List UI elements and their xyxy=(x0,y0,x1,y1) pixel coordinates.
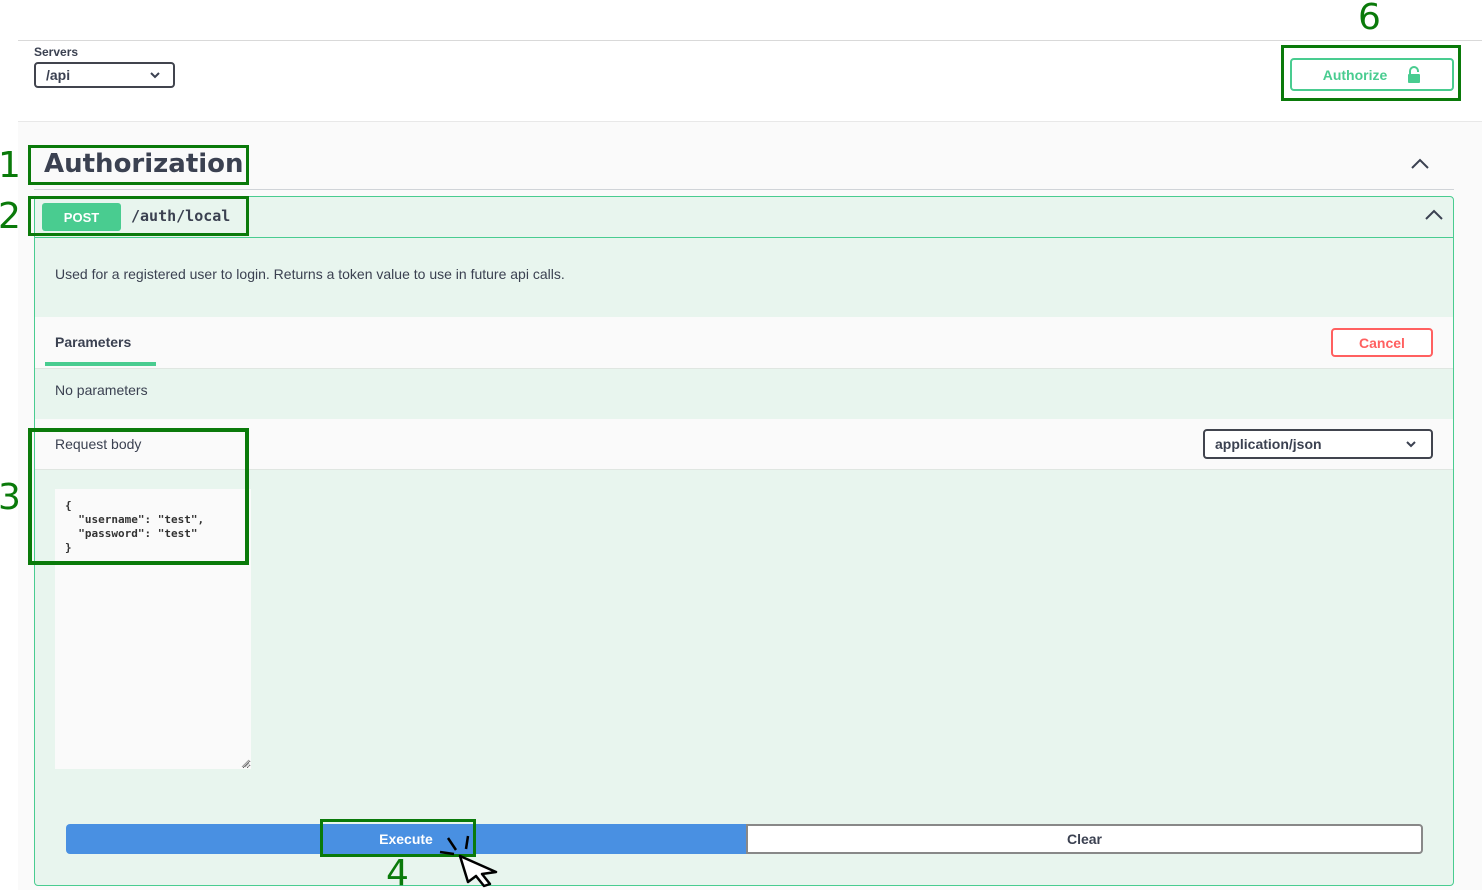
servers-select[interactable]: /api xyxy=(34,62,175,88)
mouse-pointer-icon xyxy=(439,835,498,888)
annotation-number-2: 2 xyxy=(0,196,21,237)
top-divider xyxy=(18,40,1482,41)
cancel-button[interactable]: Cancel xyxy=(1331,328,1433,357)
section-divider xyxy=(34,189,1454,190)
servers-selected-value: /api xyxy=(46,67,71,83)
annotation-number-3: 3 xyxy=(0,477,21,518)
annotation-box-1 xyxy=(28,145,249,185)
chevron-down-icon xyxy=(150,72,160,79)
resize-handle-icon[interactable] xyxy=(240,758,250,768)
servers-label: Servers xyxy=(34,45,79,59)
clear-button[interactable]: Clear xyxy=(746,824,1423,854)
swagger-page: Servers /api Authorize Authorization POS… xyxy=(0,0,1482,890)
annotation-number-1: 1 xyxy=(0,145,21,186)
annotation-box-3 xyxy=(28,428,249,565)
content-type-value: application/json xyxy=(1215,436,1322,452)
parameters-header: Parameters Cancel xyxy=(35,317,1453,369)
annotation-box-6 xyxy=(1281,45,1461,101)
no-parameters-text: No parameters xyxy=(55,382,148,398)
content-type-select[interactable]: application/json xyxy=(1203,429,1433,459)
annotation-number-6: 6 xyxy=(1358,0,1381,38)
operation-description: Used for a registered user to login. Ret… xyxy=(55,266,565,282)
tab-parameters[interactable]: Parameters xyxy=(55,334,131,350)
annotation-box-2 xyxy=(28,196,249,236)
chevron-down-icon xyxy=(1406,441,1416,448)
chevron-up-icon[interactable] xyxy=(1423,207,1445,223)
chevron-up-icon[interactable] xyxy=(1409,156,1431,172)
annotation-number-4: 4 xyxy=(386,853,409,890)
tab-active-indicator xyxy=(45,362,156,366)
